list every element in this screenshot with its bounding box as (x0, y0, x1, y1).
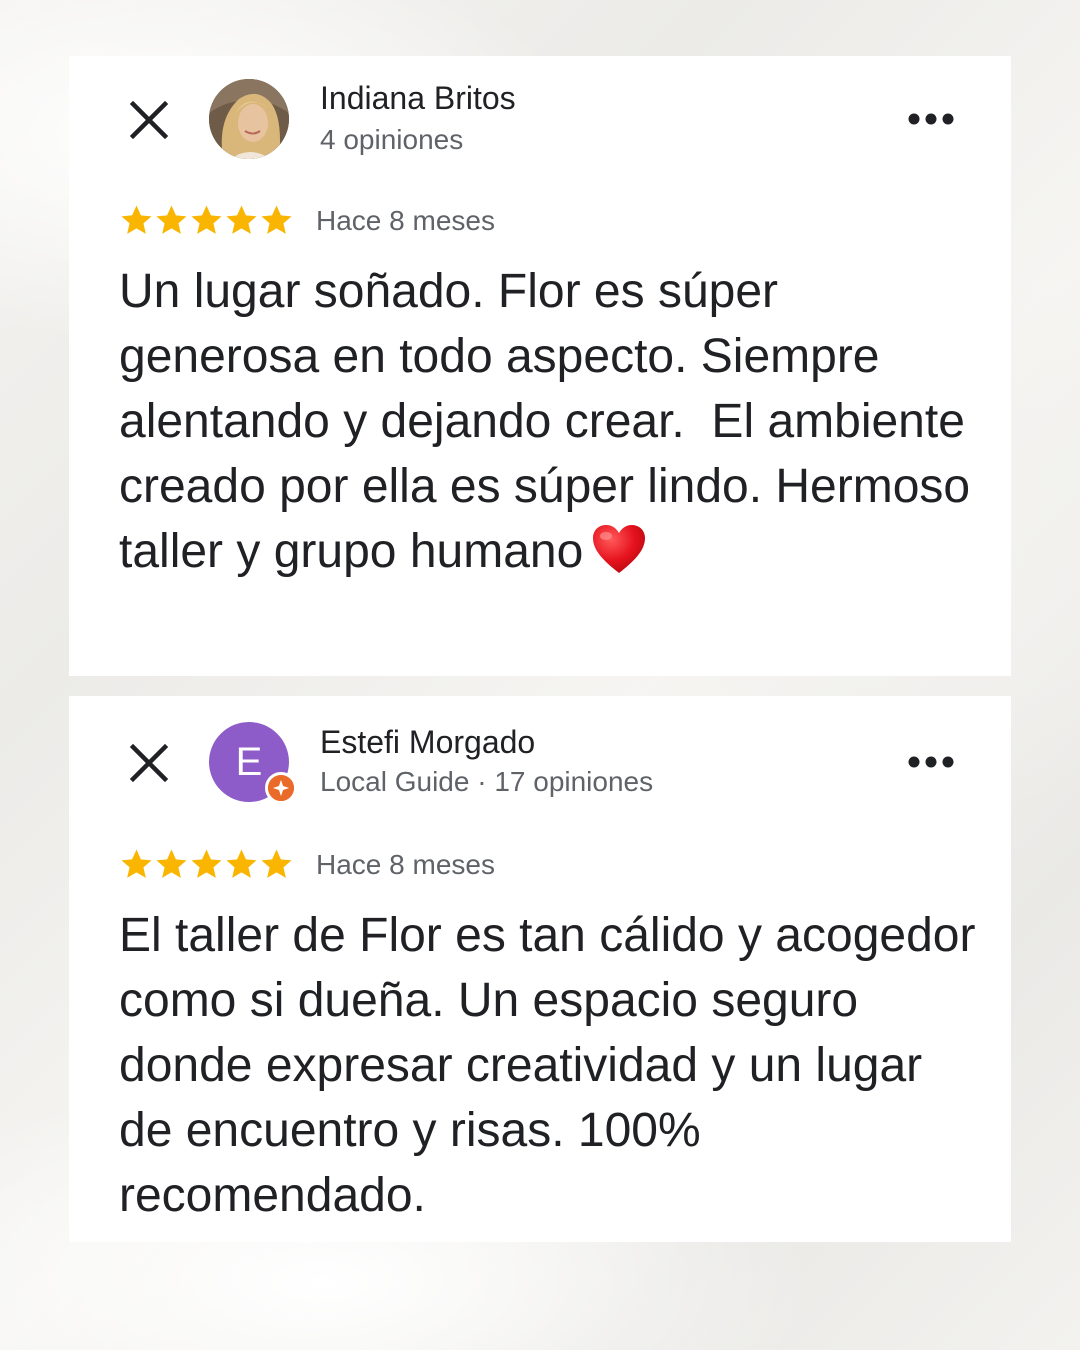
close-icon[interactable] (129, 743, 169, 783)
star-icon (261, 849, 292, 878)
star-rating (119, 203, 294, 239)
author-review-count: Local Guide · 17 opiniones (320, 766, 654, 797)
review-text: Un lugar soñado. Flor es súper generosa … (119, 259, 979, 584)
review-card: E Estefi Morgado Local Guide · 17 opinio… (69, 696, 1011, 1242)
heart-icon (593, 525, 646, 573)
review-date: Hace 8 meses (316, 205, 495, 236)
avatar[interactable] (209, 79, 289, 159)
avatar-photo (209, 79, 289, 159)
star-icon (261, 205, 292, 234)
star-rating (119, 847, 294, 883)
star-icon (226, 849, 257, 878)
more-options-icon[interactable] (907, 111, 955, 127)
author-name[interactable]: Indiana Britos (320, 80, 516, 117)
review-text: El taller de Flor es tan cálido y acoged… (119, 903, 979, 1228)
review-text-content: El taller de Flor es tan cálido y acoged… (119, 909, 989, 1222)
close-icon[interactable] (129, 100, 169, 140)
more-options-icon[interactable] (907, 754, 955, 770)
author-review-count: 4 opiniones (320, 124, 464, 155)
star-icon (156, 849, 187, 878)
star-icon (191, 205, 222, 234)
author-name[interactable]: Estefi Morgado (320, 724, 535, 761)
star-icon (191, 849, 222, 878)
review-date: Hace 8 meses (316, 849, 495, 880)
star-icon (156, 205, 187, 234)
star-icon (121, 849, 152, 878)
review-card: Indiana Britos 4 opiniones Hace 8 meses … (69, 56, 1011, 676)
local-guide-badge-icon (265, 772, 297, 804)
star-icon (121, 205, 152, 234)
star-icon (226, 205, 257, 234)
review-text-content: Un lugar soñado. Flor es súper generosa … (119, 265, 984, 578)
